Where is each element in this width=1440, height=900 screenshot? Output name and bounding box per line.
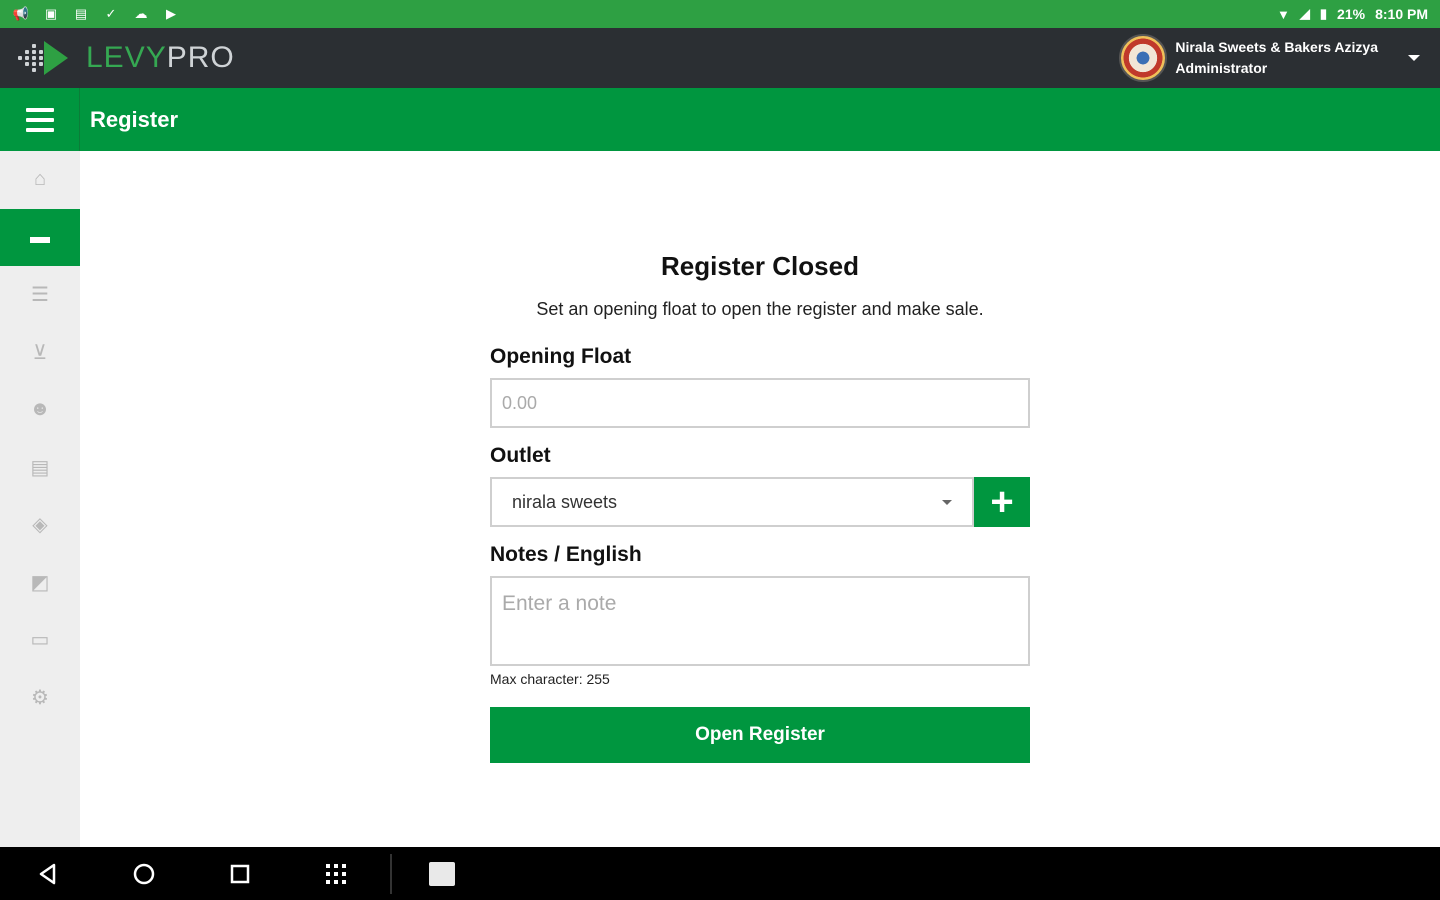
android-nav-bar [0,847,1440,900]
user-info: Nirala Sweets & Bakers Azizya Administra… [1175,37,1378,79]
status-bar: 📢 ▣ ▤ ✓ ☁ ▶ ▼ ◢ ▮ 21% 8:10 PM [0,0,1440,28]
levypro-logo[interactable]: LEVYPRO [18,38,235,78]
notes-label: Notes / English [490,543,642,566]
sidebar-item-database[interactable]: ☰ [0,266,80,324]
sidebar-item-messages[interactable]: ◩ [0,554,80,612]
report-icon: ▤ [30,456,50,479]
cart-icon: ⊻ [32,341,48,364]
user-menu[interactable]: Nirala Sweets & Bakers Azizya Administra… [1119,34,1422,82]
app-header: LEVYPRO Nirala Sweets & Bakers Azizya Ad… [0,28,1440,88]
form-title: Register Closed [661,251,859,281]
outlet-select[interactable]: nirala sweets [490,477,974,527]
back-button[interactable] [0,847,96,900]
sidebar-item-customers[interactable]: ☻ [0,381,80,439]
battery-level: 21% [1337,6,1366,22]
box-icon: ◈ [32,514,48,537]
logo-text: LEVYPRO [86,41,235,74]
save-icon: ▤ [74,6,88,21]
play-store-icon: ▶ [166,6,176,21]
apps-button[interactable] [288,847,384,900]
user-role: Administrator [1175,60,1268,76]
cash-register-icon: ▬ [30,225,50,248]
chevron-down-icon [942,499,952,505]
sidebar-item-settings[interactable]: ⚙ [0,669,80,727]
opening-float-input[interactable]: 0.00 [490,378,1030,428]
sidebar-item-register[interactable]: ▬ [0,208,80,266]
sidebar-item-reports[interactable]: ▤ [0,439,80,497]
back-icon [39,863,56,884]
sidebar: ⌂ ▬ ☰ ⊻ ☻ ▤ ◈ ◩ ▭ ⚙ [0,151,80,847]
status-time: 8:10 PM [1375,6,1428,22]
notes-textarea[interactable]: Enter a note [490,576,1030,666]
add-outlet-button[interactable]: + [974,477,1030,527]
outlet-selected-value: nirala sweets [512,491,618,512]
battery-icon: ▮ [1319,6,1328,21]
apps-grid-icon [326,863,346,884]
database-icon: ☰ [31,284,49,307]
main-content: Register Closed Set an opening float to … [80,151,1440,847]
status-notifications: 📢 ▣ ▤ ✓ ☁ ▶ [12,7,180,21]
nav-divider [390,853,392,894]
open-register-button[interactable]: Open Register [490,707,1030,763]
photo-icon: ▣ [44,6,58,21]
avatar [1119,34,1168,82]
logo-mark-icon [18,38,70,78]
money-icon: ▭ [30,629,50,652]
status-system: ▼ ◢ ▮ 21% 8:10 PM [1277,6,1428,22]
sidebar-item-cart[interactable]: ⊻ [0,324,80,382]
chevron-down-icon[interactable] [1408,55,1420,61]
chat-icon: ◩ [30,571,50,594]
title-bar: Register [0,88,1440,151]
cloud-icon: ☁ [134,6,148,21]
megaphone-icon: 📢 [12,6,30,21]
signal-icon: ◢ [1299,6,1310,21]
gear-icon: ⚙ [31,686,49,709]
check-icon: ✓ [105,6,117,21]
form-subtitle: Set an opening float to open the registe… [536,299,984,319]
user-name: Nirala Sweets & Bakers Azizya [1175,39,1378,55]
recents-button[interactable] [192,847,288,900]
hamburger-menu-button[interactable] [0,88,80,151]
opening-float-label: Opening Float [490,345,632,368]
recents-icon [230,864,250,883]
home-button[interactable] [96,847,192,900]
sidebar-item-home[interactable]: ⌂ [0,151,80,209]
sidebar-item-products[interactable]: ◈ [0,496,80,554]
home-circle-icon [133,863,155,884]
wifi-icon: ▼ [1277,6,1290,22]
page-title: Register [90,106,179,132]
sidebar-item-payments[interactable]: ▭ [0,611,80,669]
users-icon: ☻ [29,398,51,421]
running-app-levypro[interactable] [394,847,490,900]
home-icon: ⌂ [33,168,47,191]
app-thumbnail-icon [429,861,455,886]
outlet-label: Outlet [490,444,551,467]
max-character-hint: Max character: 255 [490,671,610,687]
